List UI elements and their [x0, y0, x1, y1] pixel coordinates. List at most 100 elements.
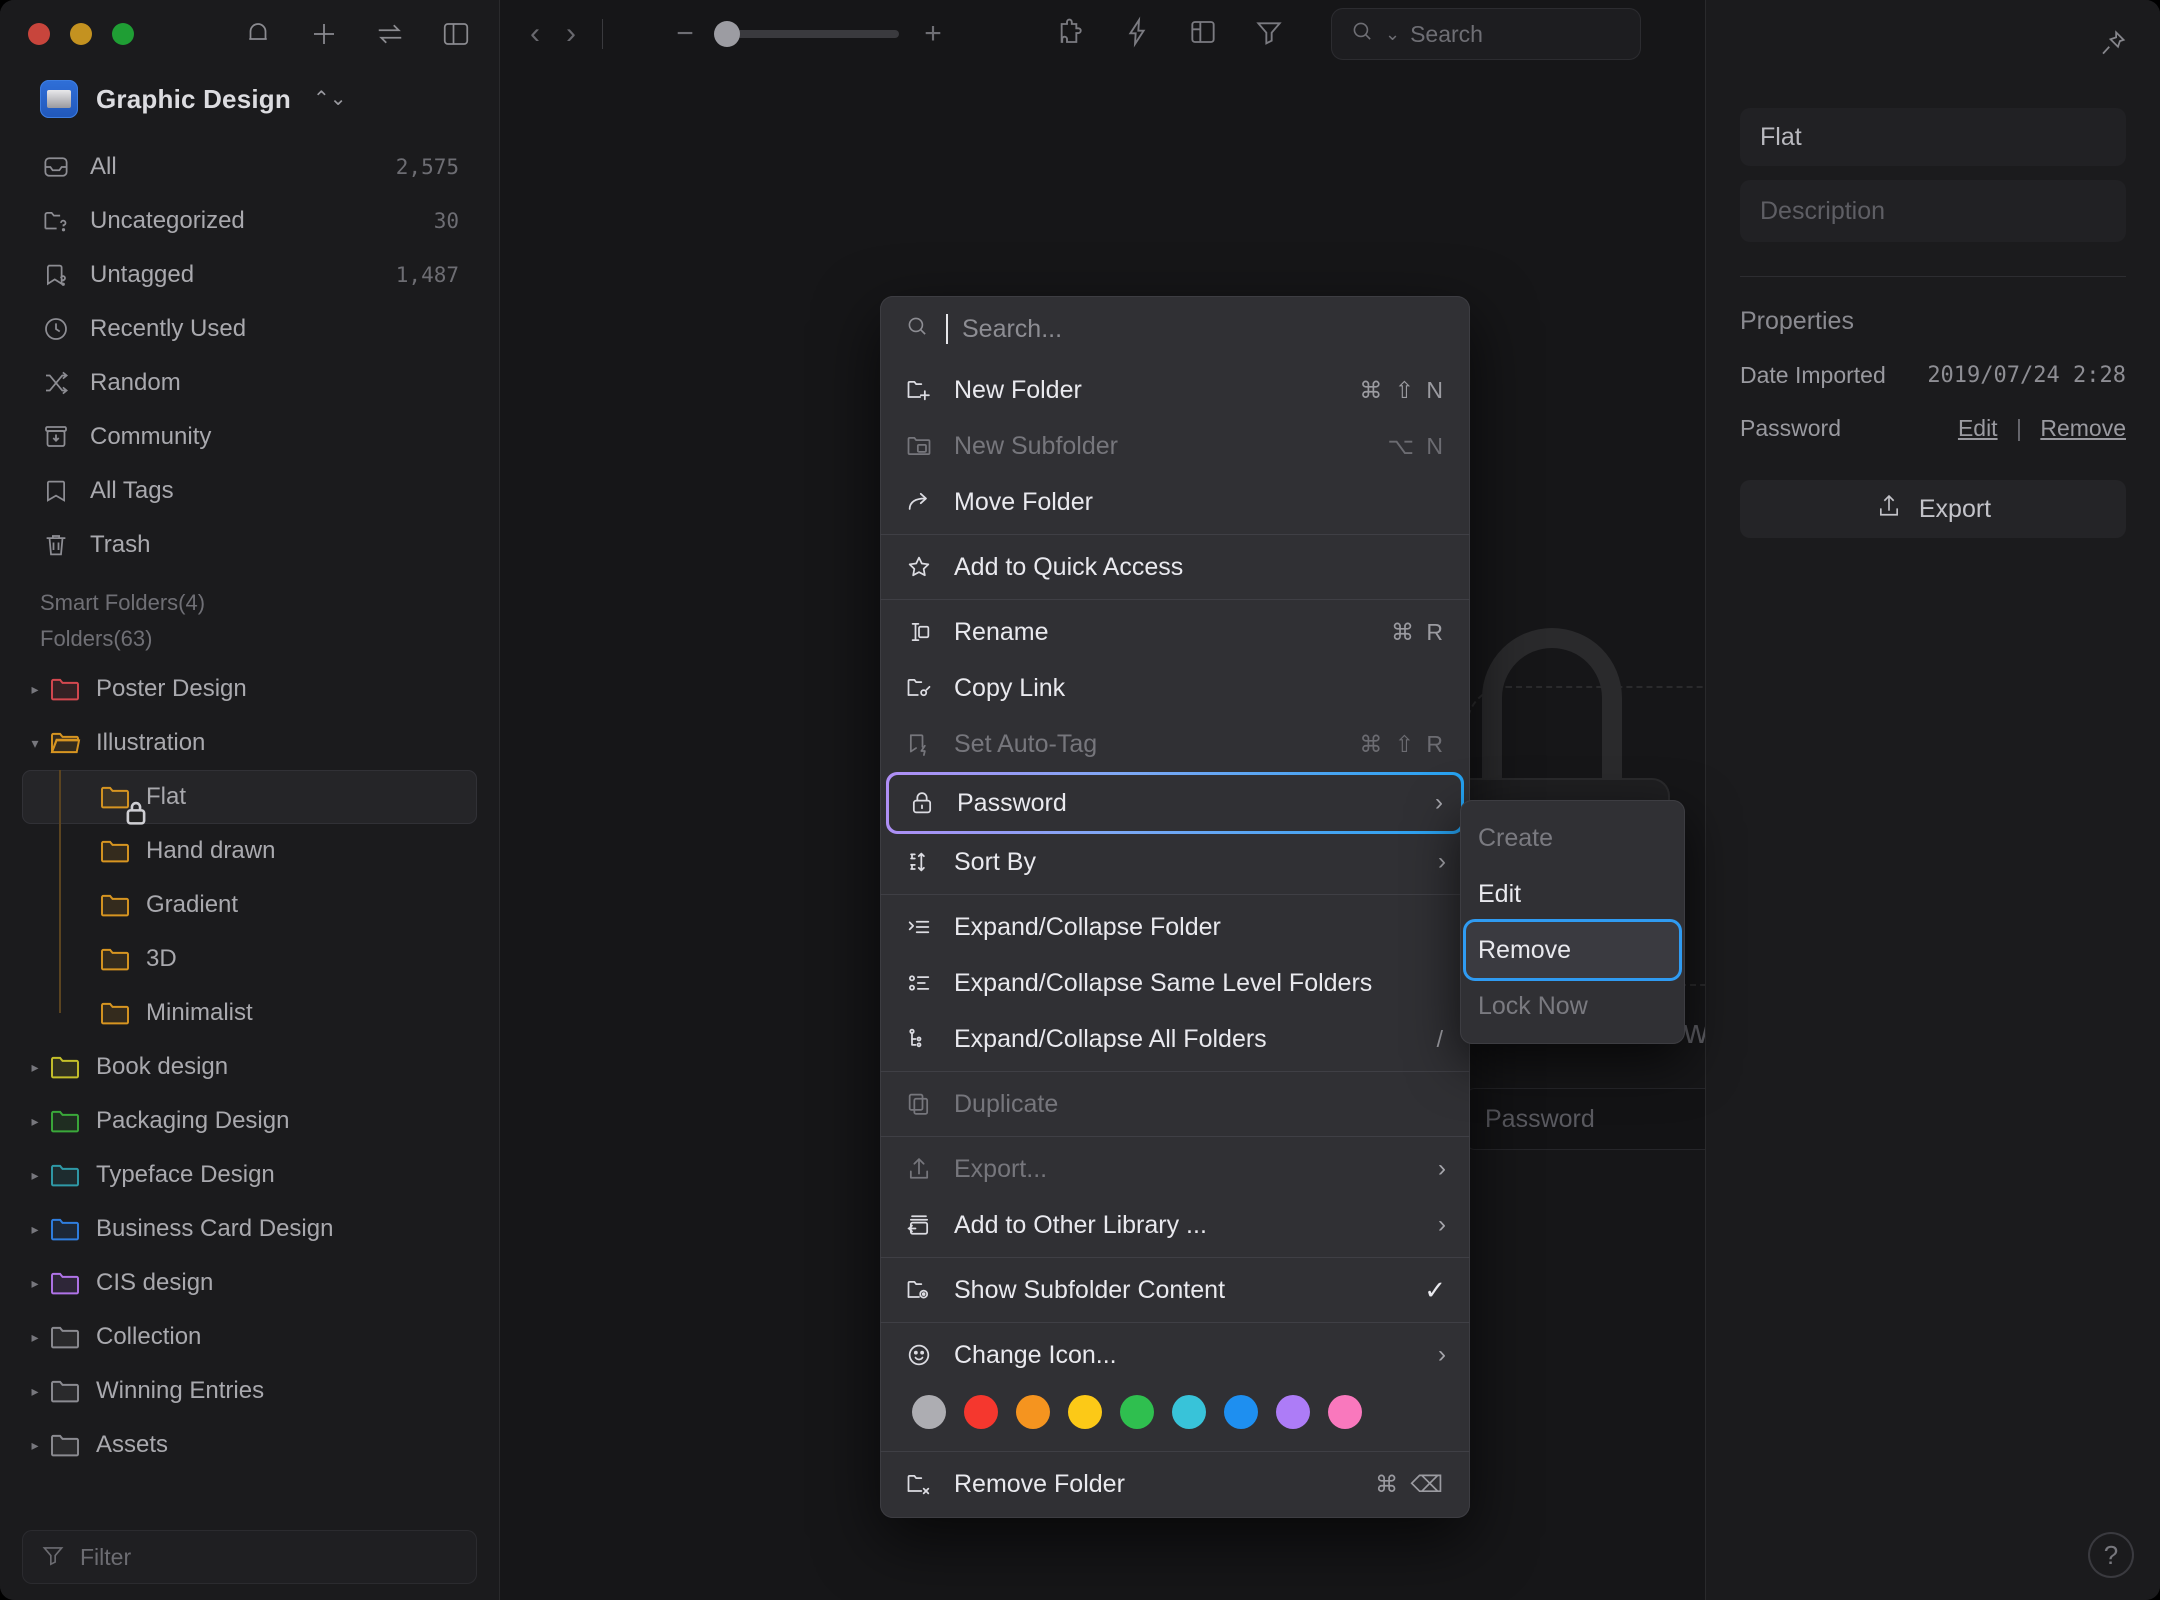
color-swatch[interactable]: [912, 1395, 946, 1429]
color-swatch[interactable]: [1120, 1395, 1154, 1429]
main-toolbar: ‹ › − + ⌄ Search: [500, 0, 1705, 68]
filter-icon[interactable]: [1253, 16, 1285, 53]
folder-row[interactable]: ▸ Book design: [22, 1040, 477, 1094]
password-input[interactable]: Password: [1465, 1088, 1705, 1150]
password-remove-link[interactable]: Remove: [2040, 415, 2126, 441]
close-button[interactable]: [28, 23, 50, 45]
chevron-left-icon[interactable]: ‹: [530, 17, 540, 51]
folder-row[interactable]: ▸ Assets: [22, 1418, 477, 1472]
folder-row[interactable]: ▸ Business Card Design: [22, 1202, 477, 1256]
zoom-slider[interactable]: [714, 21, 899, 47]
bell-icon[interactable]: [243, 19, 273, 49]
filter-input[interactable]: Filter: [22, 1530, 477, 1584]
chevron-down-icon[interactable]: ▾: [22, 735, 48, 752]
minimize-button[interactable]: [70, 23, 92, 45]
chevron-right-icon[interactable]: ▸: [22, 1275, 48, 1292]
color-swatch[interactable]: [1016, 1395, 1050, 1429]
sidebar-item-all[interactable]: All 2,575: [22, 140, 477, 194]
password-edit-link[interactable]: Edit: [1958, 415, 1998, 441]
menu-item-remove-folder[interactable]: Remove Folder ⌘ ⌫: [880, 1456, 1470, 1512]
smart-folders-header[interactable]: Smart Folders(4): [0, 572, 499, 626]
folder-name-field[interactable]: Flat: [1740, 108, 2126, 166]
help-button[interactable]: ?: [2088, 1532, 2134, 1578]
chevron-updown-icon[interactable]: ⌃⌄: [313, 89, 347, 109]
menu-item-add-to-quick-access[interactable]: Add to Quick Access: [880, 539, 1470, 595]
zoom-slider-knob[interactable]: [714, 21, 740, 47]
chevron-right-icon[interactable]: ▸: [22, 1059, 48, 1076]
extension-icon[interactable]: [1055, 16, 1087, 53]
context-menu-search-input[interactable]: Search...: [880, 296, 1470, 362]
menu-item-add-to-other-library[interactable]: Add to Other Library ... ›: [880, 1197, 1470, 1253]
chevron-right-icon[interactable]: ›: [566, 17, 576, 51]
submenu-item-remove[interactable]: Remove: [1466, 922, 1679, 978]
folder-row[interactable]: ▸ Collection: [22, 1310, 477, 1364]
menu-item-expand-collapse-same-level-folders[interactable]: Expand/Collapse Same Level Folders: [880, 955, 1470, 1011]
color-swatch[interactable]: [964, 1395, 998, 1429]
chevron-right-icon[interactable]: ▸: [22, 1221, 48, 1238]
check-icon: ✓: [1424, 1274, 1446, 1305]
folder-row[interactable]: ▸ CIS design: [22, 1256, 477, 1310]
folders-header[interactable]: Folders(63): [0, 626, 499, 662]
folder-row[interactable]: ▸Gradient: [22, 878, 477, 932]
menu-item-move-folder[interactable]: Move Folder: [880, 474, 1470, 530]
folder-row[interactable]: ▸Flat: [22, 770, 477, 825]
folder-row[interactable]: ▸Hand drawn: [22, 824, 477, 878]
chevron-right-icon[interactable]: ▸: [22, 1437, 48, 1454]
search-dropdown-icon[interactable]: ⌄: [1385, 24, 1400, 45]
menu-item-rename[interactable]: Rename ⌘ R: [880, 604, 1470, 660]
menu-item-new-folder[interactable]: New Folder ⌘ ⇧ N: [880, 362, 1470, 418]
sidebar-item-trash[interactable]: Trash: [22, 518, 477, 572]
chevron-right-icon[interactable]: ▸: [22, 1113, 48, 1130]
menu-item-change-icon[interactable]: Change Icon... ›: [880, 1327, 1470, 1383]
maximize-button[interactable]: [112, 23, 134, 45]
plus-icon[interactable]: [309, 19, 339, 49]
sidebar-item-recently-used[interactable]: Recently Used: [22, 302, 477, 356]
color-swatch[interactable]: [1224, 1395, 1258, 1429]
chevron-right-icon[interactable]: ▸: [22, 1167, 48, 1184]
search-input[interactable]: ⌄ Search: [1331, 8, 1641, 60]
inspector-divider: [1740, 276, 2126, 277]
menu-item-password[interactable]: Password ›: [889, 775, 1461, 831]
sidebar-item-all-tags[interactable]: All Tags: [22, 464, 477, 518]
folder-row[interactable]: ▸ Packaging Design: [22, 1094, 477, 1148]
menu-item-sort-by[interactable]: Sort By ›: [880, 834, 1470, 890]
menu-item-expand-collapse-all-folders[interactable]: Expand/Collapse All Folders /: [880, 1011, 1470, 1067]
panel-toggle-icon[interactable]: [441, 19, 471, 49]
library-selector[interactable]: Graphic Design ⌃⌄: [0, 68, 499, 140]
pin-icon[interactable]: [2098, 28, 2128, 63]
sidebar-item-community[interactable]: Community: [22, 410, 477, 464]
color-swatch[interactable]: [1068, 1395, 1102, 1429]
main-area: ‹ › − + ⌄ Search Password Search... New …: [500, 0, 1705, 1600]
folder-name-value: Flat: [1760, 122, 1802, 151]
lightning-icon[interactable]: [1121, 16, 1153, 53]
description-field[interactable]: Description: [1740, 180, 2126, 242]
submenu-item-edit[interactable]: Edit: [1460, 866, 1685, 922]
folder-row[interactable]: ▸3D: [22, 932, 477, 986]
folder-row[interactable]: ▸ Winning Entries: [22, 1364, 477, 1418]
sidebar-item-label: Community: [90, 423, 212, 450]
sync-icon[interactable]: [375, 19, 405, 49]
folder-row[interactable]: ▸Minimalist: [22, 986, 477, 1040]
menu-item-copy-link[interactable]: Copy Link: [880, 660, 1470, 716]
chevron-right-icon[interactable]: ▸: [22, 1329, 48, 1346]
export-button[interactable]: Export: [1740, 480, 2126, 538]
color-swatch[interactable]: [1276, 1395, 1310, 1429]
menu-item-expand-collapse-folder[interactable]: Expand/Collapse Folder: [880, 899, 1470, 955]
chevron-right-icon[interactable]: ▸: [22, 1383, 48, 1400]
folder-row[interactable]: ▸ Typeface Design: [22, 1148, 477, 1202]
chevron-right-icon[interactable]: ▸: [22, 681, 48, 698]
copy-link-icon: [904, 674, 934, 702]
color-swatch[interactable]: [1172, 1395, 1206, 1429]
sidebar-item-untagged[interactable]: Untagged 1,487: [22, 248, 477, 302]
folder-row[interactable]: ▾ Illustration: [22, 716, 477, 770]
sidebar-item-label: Random: [90, 369, 181, 396]
zoom-out-button[interactable]: −: [673, 17, 697, 51]
color-swatch[interactable]: [1328, 1395, 1362, 1429]
folder-row[interactable]: ▸ Poster Design: [22, 662, 477, 716]
toolbar-divider: [602, 19, 603, 49]
layout-icon[interactable]: [1187, 16, 1219, 53]
menu-item-show-subfolder-content[interactable]: Show Subfolder Content ✓: [880, 1262, 1470, 1318]
sidebar-item-random[interactable]: Random: [22, 356, 477, 410]
sidebar-item-uncategorized[interactable]: Uncategorized 30: [22, 194, 477, 248]
zoom-in-button[interactable]: +: [921, 17, 945, 51]
